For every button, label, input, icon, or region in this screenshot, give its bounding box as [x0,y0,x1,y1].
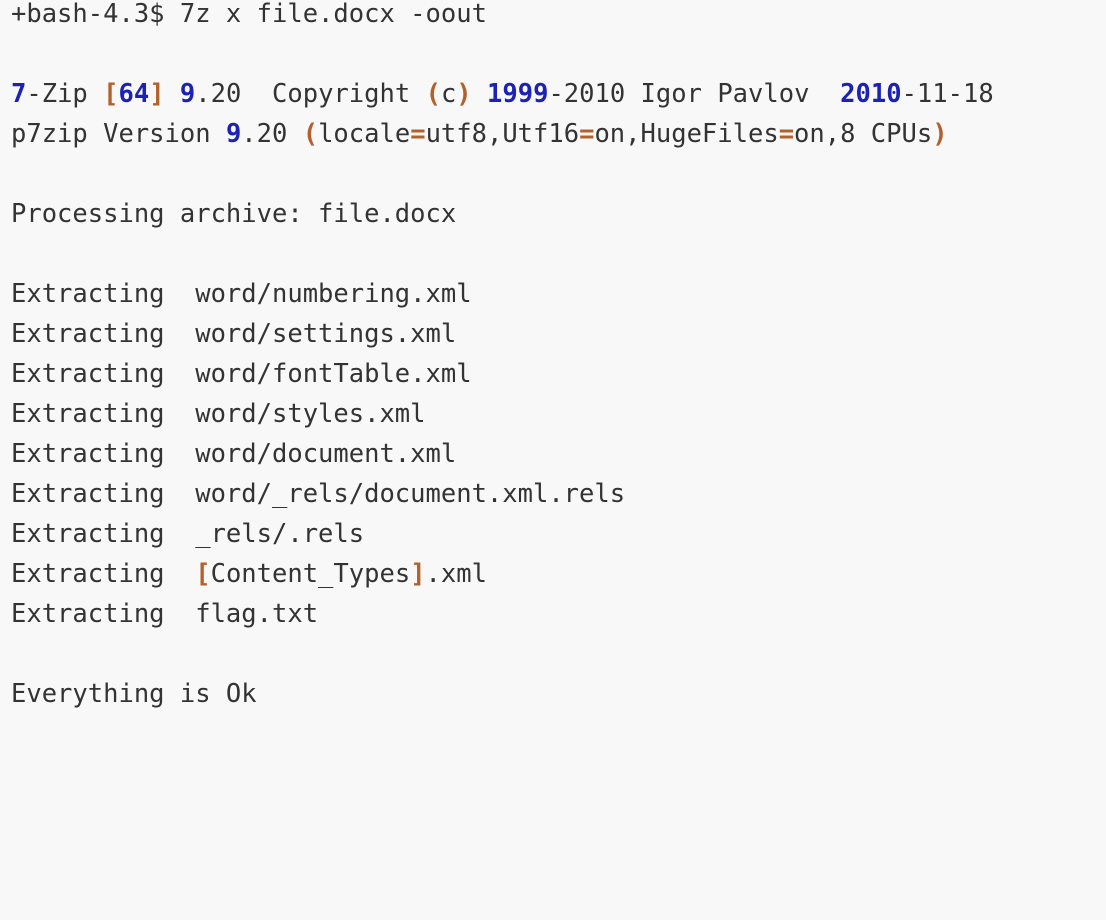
extract-line-flag: Extracting flag.txt [11,599,319,629]
version-token: ) [932,119,948,149]
version-token: ( [302,119,319,149]
header-token: ( [425,79,441,109]
header-token: ] [149,79,165,109]
version-token: 9 [225,119,242,149]
processing-archive-line: Processing archive: file.docx [11,199,457,229]
extract-token: ] [410,559,426,589]
prompt-line: +bash-4.3$ 7z x file.docx -oout [11,0,487,29]
extract-line: Extracting word/fontTable.xml [11,359,472,389]
extract-line: Extracting word/styles.xml [11,399,426,429]
extract-line-content-types: Extracting [Content_Types].xml [11,554,487,594]
extract-token: .xml [425,559,487,589]
header-token: c [440,79,457,109]
extract-token: [ [195,559,211,589]
extract-line: Extracting word/numbering.xml [11,279,472,309]
version-token: .20 [241,119,303,149]
version-token: = [410,119,426,149]
version-token: on,8 CPUs [794,119,933,149]
extract-token: Content_Types [210,559,411,589]
header-token: 64 [118,79,150,109]
version-header-line: 7-Zip [64] 9.20 Copyright (c) 1999-2010 … [11,74,994,114]
version-token: utf8,Utf16 [425,119,580,149]
header-token: ) [456,79,472,109]
extract-line: Extracting word/settings.xml [11,319,457,349]
header-token: 7 [11,79,27,109]
header-token: -Zip [26,79,104,109]
header-token [165,79,180,109]
extract-line: Extracting _rels/.rels [11,519,365,549]
header-token: .20 Copyright [195,79,426,109]
header-token: 9 [179,79,196,109]
extract-line: Extracting word/document.xml [11,439,457,469]
version-token: on,HugeFiles [594,119,779,149]
extract-token: Extracting [11,559,196,589]
version-token: = [778,119,795,149]
version-token: = [579,119,595,149]
status-line: Everything is Ok [11,679,257,709]
p7zip-version-line: p7zip Version 9.20 (locale=utf8,Utf16=on… [11,114,948,154]
header-token: [ [103,79,119,109]
header-token [472,79,487,109]
terminal-window[interactable]: +bash-4.3$ 7z x file.docx -oout 7-Zip [6… [0,0,1106,736]
version-token: locale [318,119,411,149]
version-token: p7zip Version [11,119,226,149]
header-token: -11-18 [901,79,994,109]
header-token: -2010 Igor Pavlov [548,79,841,109]
header-token: 2010 [840,79,902,109]
header-token: 1999 [487,79,549,109]
extract-line: Extracting word/_rels/document.xml.rels [11,479,626,509]
